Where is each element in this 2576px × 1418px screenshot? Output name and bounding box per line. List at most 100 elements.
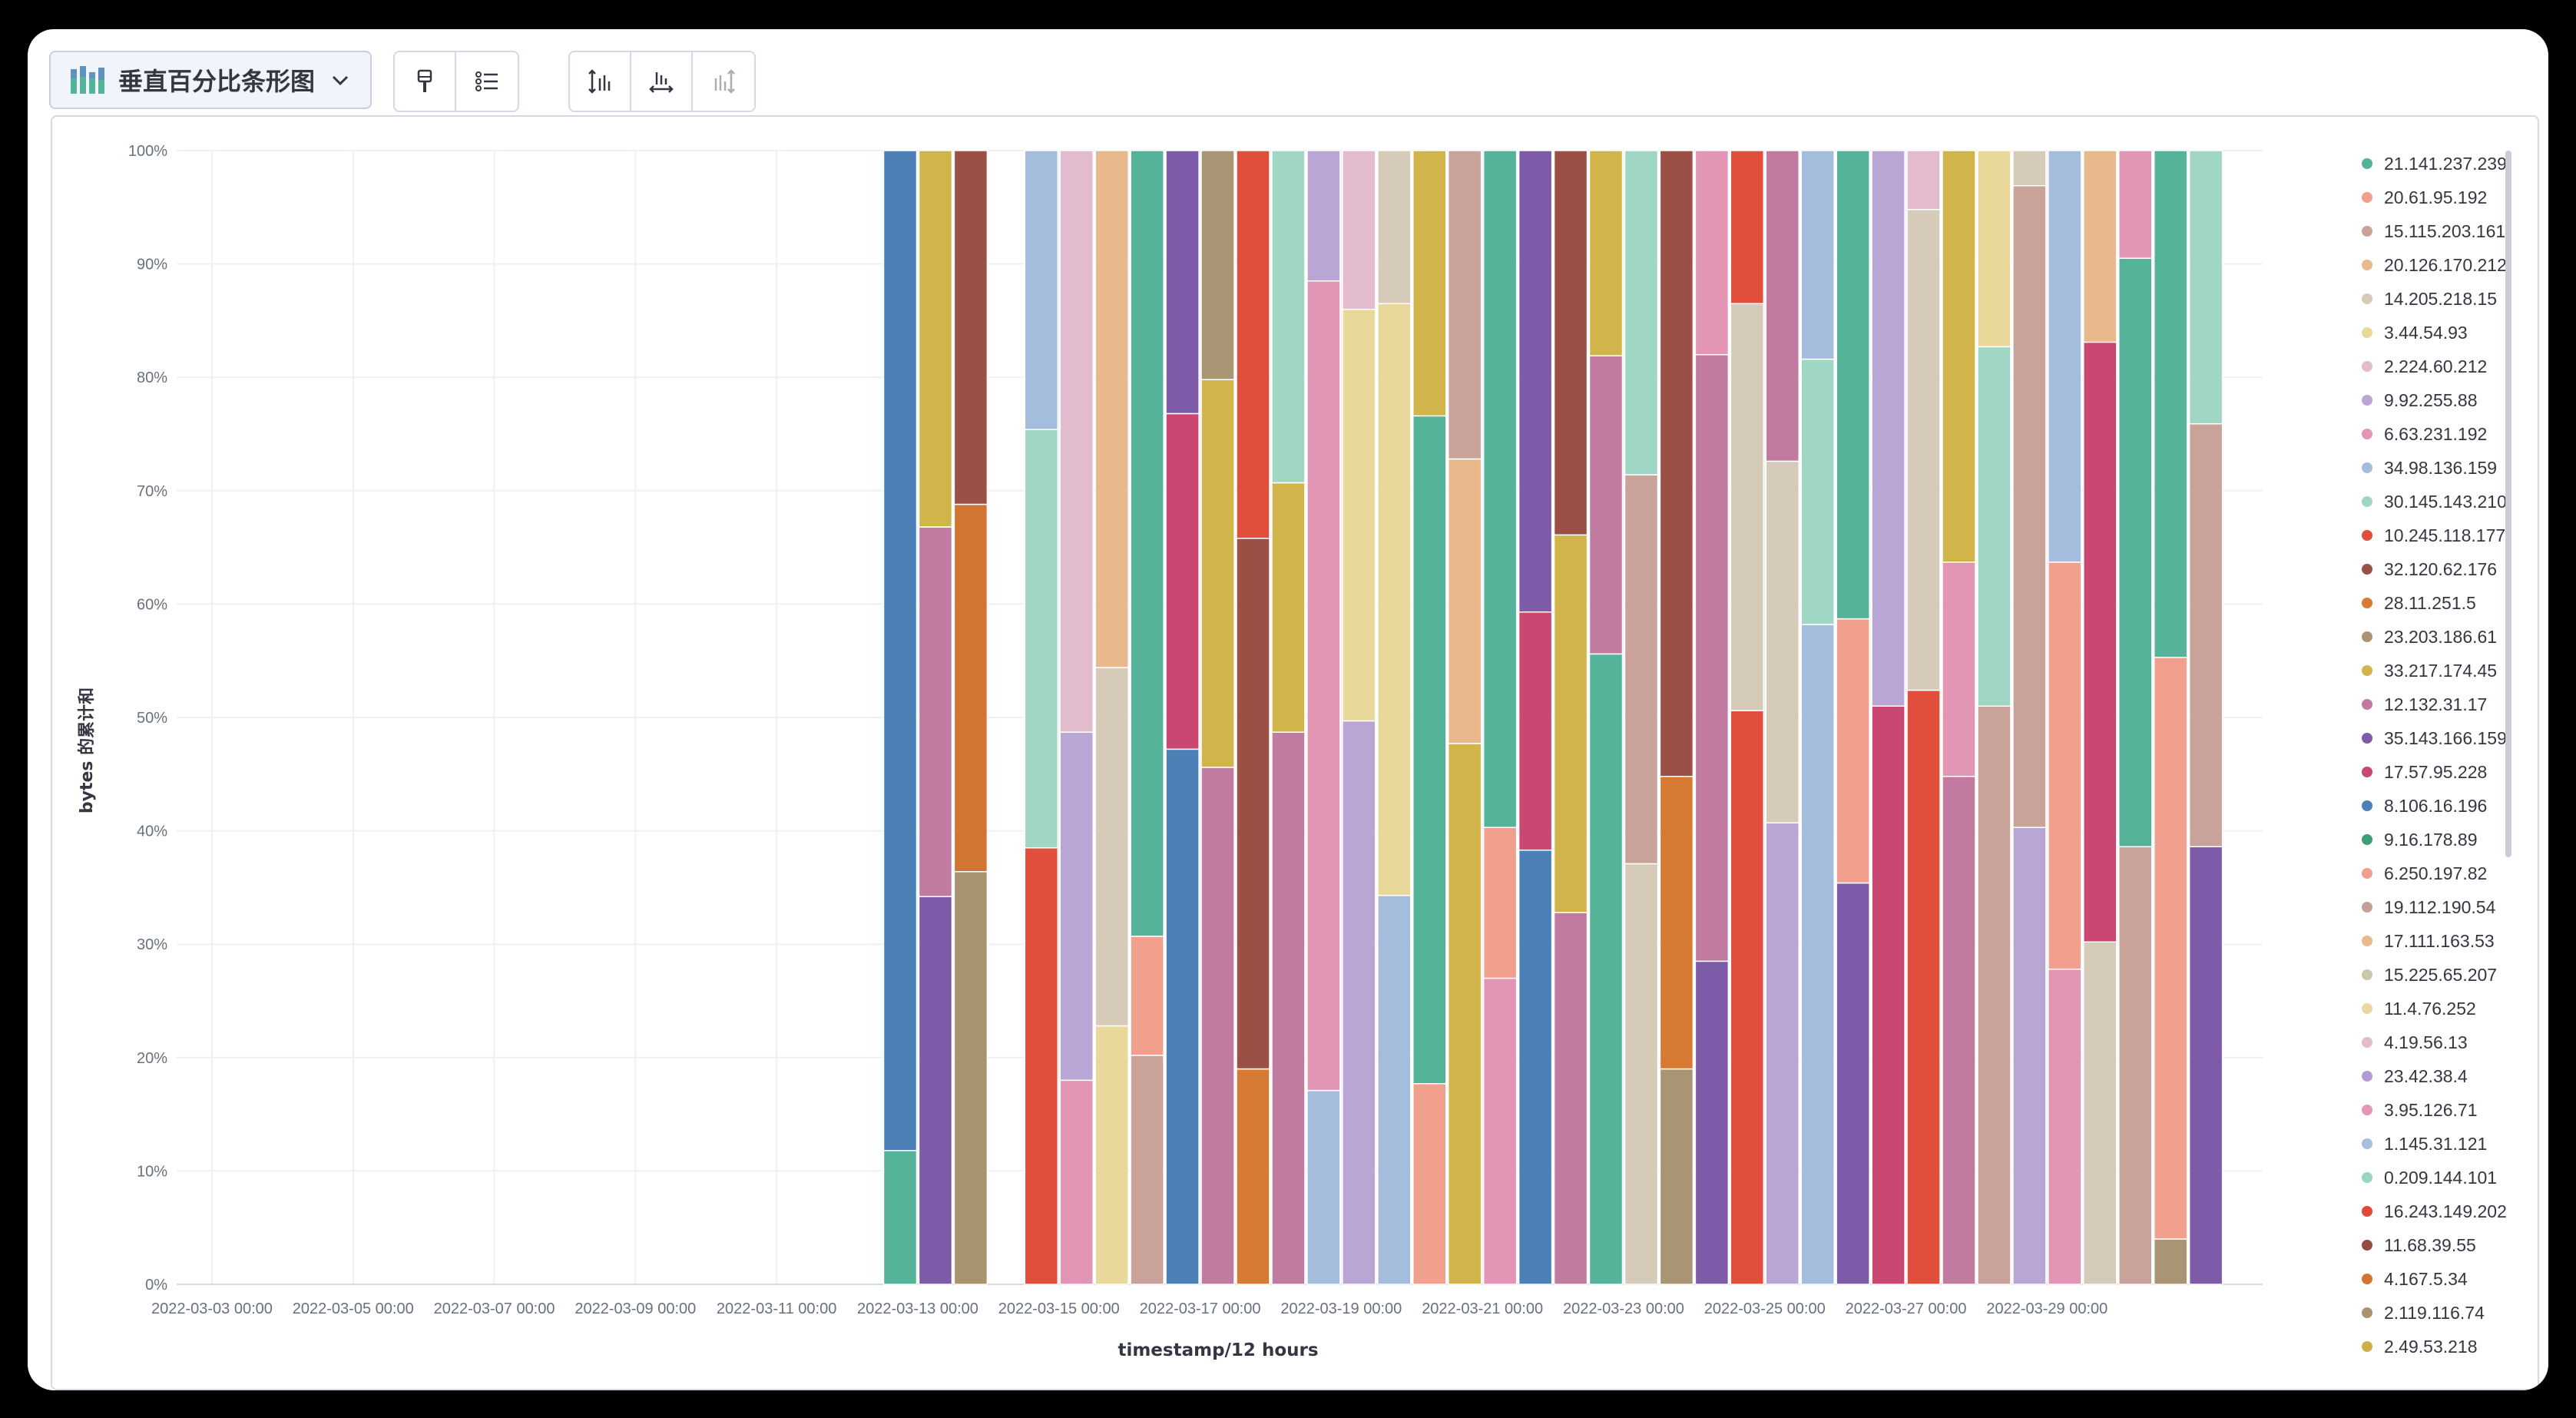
bar-segment[interactable]: [1730, 150, 1765, 305]
bar-segment[interactable]: [1024, 150, 1059, 430]
bar-segment[interactable]: [1694, 960, 1730, 1285]
bar-segment[interactable]: [1942, 150, 1976, 563]
legend-item[interactable]: 0.209.144.101: [2362, 1168, 2497, 1188]
legend-item[interactable]: 9.16.178.89: [2362, 830, 2478, 850]
legend-item[interactable]: 20.126.170.212: [2362, 255, 2507, 275]
bar-segment[interactable]: [1836, 618, 1870, 884]
bar-segment[interactable]: [1906, 689, 1941, 1285]
legend-item[interactable]: 2.224.60.212: [2362, 356, 2487, 376]
style-button[interactable]: [395, 52, 456, 111]
bar-segment[interactable]: [1624, 863, 1659, 1285]
bar-segment[interactable]: [953, 150, 988, 505]
bar-segment[interactable]: [1518, 611, 1553, 851]
bar-segment[interactable]: [1871, 150, 1906, 707]
right-axis-button[interactable]: [693, 52, 754, 111]
bar-segment[interactable]: [1165, 748, 1200, 1285]
bar-segment[interactable]: [2083, 941, 2117, 1285]
bar-segment[interactable]: [1412, 415, 1447, 1085]
bar-segment[interactable]: [1447, 458, 1482, 744]
bar-segment[interactable]: [2188, 150, 2223, 425]
bar-segment[interactable]: [1553, 534, 1588, 913]
bar-segment[interactable]: [1659, 150, 1694, 777]
legend-item[interactable]: 1.145.31.121: [2362, 1134, 2487, 1154]
bar-segment[interactable]: [1765, 150, 1800, 462]
bar-segment[interactable]: [1059, 1079, 1094, 1285]
bar-segment[interactable]: [1836, 150, 1870, 620]
legend-item[interactable]: 9.92.255.88: [2362, 390, 2478, 410]
bar-segment[interactable]: [1094, 1025, 1129, 1285]
bar-segment[interactable]: [1624, 474, 1659, 865]
legend-item[interactable]: 3.44.54.93: [2362, 323, 2468, 343]
legend-item[interactable]: 15.225.65.207: [2362, 965, 2497, 985]
bar-segment[interactable]: [1306, 150, 1341, 282]
bar-segment[interactable]: [1130, 1055, 1164, 1285]
bar-segment[interactable]: [1588, 355, 1624, 655]
legend-item[interactable]: 10.245.118.177: [2362, 525, 2505, 545]
bar-segment[interactable]: [2153, 657, 2188, 1240]
bar-segment[interactable]: [1906, 150, 1941, 210]
legend-item[interactable]: 8.106.16.196: [2362, 796, 2487, 816]
bar-segment[interactable]: [918, 896, 953, 1285]
legend-item[interactable]: 4.19.56.13: [2362, 1032, 2468, 1052]
bar-segment[interactable]: [2048, 968, 2082, 1285]
bar-segment[interactable]: [1306, 1089, 1341, 1285]
legend-item[interactable]: 2.119.116.74: [2362, 1303, 2485, 1323]
bar-segment[interactable]: [1942, 562, 1976, 777]
bar-segment[interactable]: [1200, 767, 1235, 1285]
bar-segment[interactable]: [1447, 743, 1482, 1285]
bar-segment[interactable]: [1482, 977, 1518, 1285]
bar-segment[interactable]: [1271, 150, 1306, 484]
bar-segment[interactable]: [1200, 379, 1235, 768]
bar-segment[interactable]: [1024, 846, 1059, 1285]
legend-item[interactable]: 19.112.190.54: [2362, 897, 2496, 917]
bar-segment[interactable]: [1906, 209, 1941, 691]
bar-segment[interactable]: [2153, 1238, 2188, 1285]
bar-segment[interactable]: [2048, 562, 2082, 970]
bar-segment[interactable]: [1942, 776, 1976, 1285]
bar-segment[interactable]: [1624, 150, 1659, 475]
left-axis-button[interactable]: [570, 52, 631, 111]
bar-segment[interactable]: [1130, 150, 1164, 937]
bar-segment[interactable]: [2012, 185, 2047, 828]
legend-item[interactable]: 30.145.143.210: [2362, 492, 2507, 512]
bar-segment[interactable]: [1130, 936, 1164, 1056]
legend-item[interactable]: 16.243.149.202: [2362, 1201, 2507, 1221]
legend-button[interactable]: [456, 52, 518, 111]
bar-segment[interactable]: [1765, 822, 1800, 1285]
bar-segment[interactable]: [1800, 358, 1835, 625]
bar-segment[interactable]: [1765, 460, 1800, 824]
bar-segment[interactable]: [1059, 731, 1094, 1082]
legend-item[interactable]: 20.61.95.192: [2362, 187, 2487, 207]
bar-segment[interactable]: [1342, 720, 1376, 1285]
bar-segment[interactable]: [2083, 150, 2117, 343]
bar-segment[interactable]: [1800, 624, 1835, 1285]
legend-scrollbar[interactable]: [2505, 151, 2511, 857]
bar-segment[interactable]: [2012, 827, 2047, 1285]
bar-segment[interactable]: [2118, 846, 2153, 1285]
legend-item[interactable]: 17.111.163.53: [2362, 931, 2495, 951]
legend-item[interactable]: 21.141.237.239: [2362, 154, 2507, 174]
bar-segment[interactable]: [1836, 882, 1870, 1285]
bar-segment[interactable]: [1553, 912, 1588, 1285]
bar-segment[interactable]: [2188, 846, 2223, 1285]
legend-item[interactable]: 3.95.126.71: [2362, 1100, 2478, 1120]
bar-segment[interactable]: [1377, 303, 1412, 896]
legend-item[interactable]: 32.120.62.176: [2362, 559, 2497, 579]
bar-segment[interactable]: [1094, 667, 1129, 1027]
bar-segment[interactable]: [2012, 150, 2047, 187]
bar-segment[interactable]: [1342, 150, 1376, 310]
bar-segment[interactable]: [1730, 303, 1765, 711]
legend-item[interactable]: 2.49.53.218: [2362, 1337, 2478, 1357]
bar-segment[interactable]: [1800, 150, 1835, 360]
bar-segment[interactable]: [1694, 353, 1730, 962]
legend-item[interactable]: 15.115.203.161: [2362, 221, 2505, 241]
bar-segment[interactable]: [1236, 1068, 1270, 1285]
bar-segment[interactable]: [1553, 150, 1588, 536]
bar-segment[interactable]: [953, 503, 988, 873]
legend-item[interactable]: 14.205.218.15: [2362, 289, 2497, 309]
bar-segment[interactable]: [1659, 1068, 1694, 1285]
bar-segment[interactable]: [1977, 346, 2011, 707]
bottom-axis-button[interactable]: [631, 52, 693, 111]
legend-item[interactable]: 34.98.136.159: [2362, 458, 2497, 478]
legend-item[interactable]: 35.143.166.159: [2362, 728, 2507, 748]
